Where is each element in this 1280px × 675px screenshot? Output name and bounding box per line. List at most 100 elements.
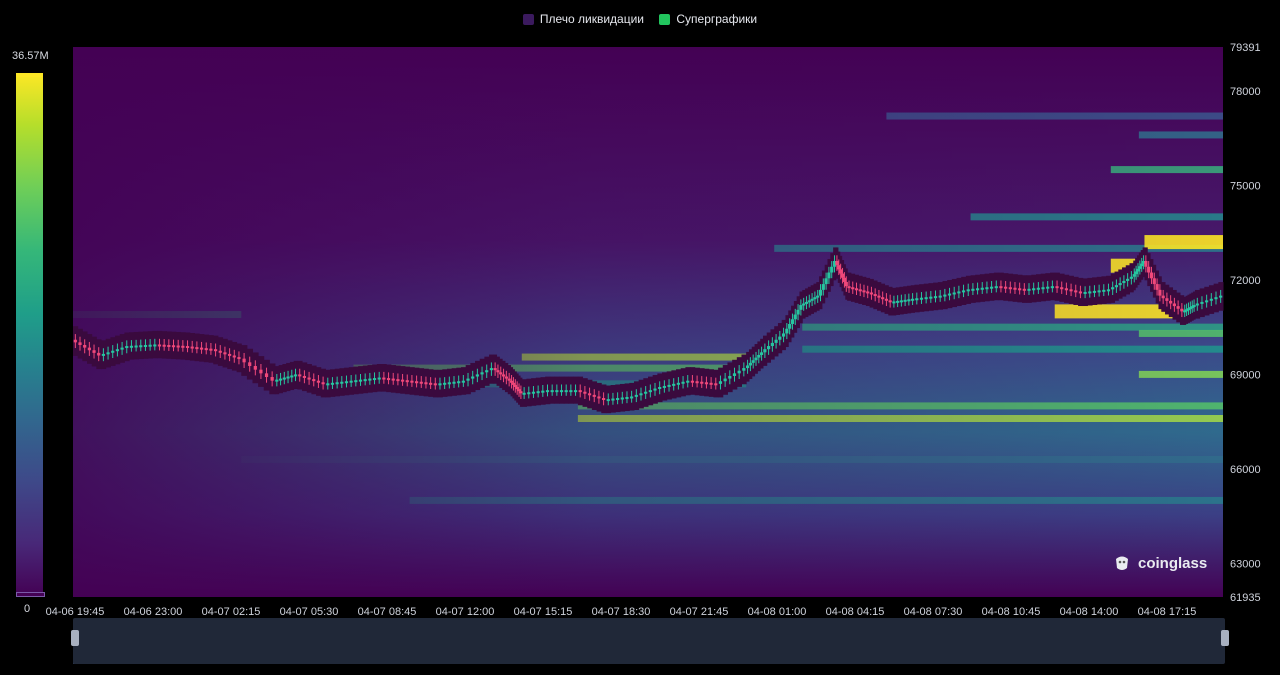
candle-body bbox=[293, 374, 298, 377]
candle-body bbox=[321, 382, 325, 385]
candle-body bbox=[363, 379, 367, 382]
candle-body bbox=[851, 287, 855, 290]
candle-body bbox=[232, 355, 236, 358]
candle-body bbox=[915, 298, 919, 301]
candle-body bbox=[919, 297, 924, 300]
candle-body bbox=[83, 344, 87, 348]
candle-body bbox=[611, 398, 615, 401]
candle-body bbox=[447, 382, 451, 385]
candle-body bbox=[228, 353, 232, 356]
candle-body bbox=[1074, 290, 1078, 293]
candle-body bbox=[639, 393, 643, 396]
scroller-left-handle[interactable] bbox=[71, 630, 79, 646]
candle-body bbox=[377, 377, 381, 380]
candle-body bbox=[316, 380, 321, 383]
candle-body bbox=[704, 382, 709, 385]
candle-body bbox=[858, 289, 862, 292]
candle-body bbox=[989, 286, 994, 289]
candle-body bbox=[185, 346, 190, 349]
candle-body bbox=[1165, 298, 1169, 301]
candle-body bbox=[985, 287, 989, 290]
candle-body bbox=[157, 344, 162, 347]
scroller-right-handle[interactable] bbox=[1221, 630, 1229, 646]
coinglass-watermark: coinglass bbox=[1112, 553, 1207, 573]
liquidation-heatmap-chart[interactable]: 79391 78000 75000 72000 69000 66000 63000 61935… bbox=[0, 0, 1280, 675]
candle-body bbox=[907, 299, 911, 302]
candle-body bbox=[1092, 290, 1097, 293]
candle-body bbox=[844, 281, 848, 287]
candle-body bbox=[999, 286, 1003, 289]
x-tick-label: 04-07 05:30 bbox=[280, 606, 339, 618]
candle-body bbox=[653, 388, 657, 391]
candle-body bbox=[754, 357, 758, 361]
candle-body bbox=[745, 365, 750, 369]
candle-body bbox=[475, 374, 479, 377]
time-range-scroller[interactable] bbox=[73, 618, 1225, 664]
candle-body bbox=[493, 368, 497, 371]
candle-body bbox=[892, 301, 896, 304]
candle-body bbox=[386, 378, 391, 381]
candle-body bbox=[73, 339, 77, 343]
candle-body bbox=[414, 381, 419, 384]
candle-body bbox=[278, 378, 283, 381]
candle-body bbox=[597, 396, 601, 399]
candle-body bbox=[501, 374, 506, 377]
candle-body bbox=[933, 296, 938, 299]
candle-body bbox=[862, 290, 866, 293]
candle-body bbox=[1155, 284, 1159, 290]
x-tick-label: 04-08 01:00 bbox=[748, 606, 807, 618]
candle-body bbox=[438, 383, 442, 386]
candle-body bbox=[681, 381, 685, 384]
candle-body bbox=[286, 376, 290, 379]
candle-body bbox=[630, 396, 634, 399]
candle-body bbox=[129, 345, 134, 348]
candle-body bbox=[340, 381, 344, 384]
candle-body bbox=[354, 380, 358, 383]
candle-body bbox=[171, 345, 176, 348]
candle-body bbox=[1046, 286, 1050, 289]
candle-body bbox=[781, 333, 786, 337]
candle-body bbox=[1176, 306, 1180, 309]
candle-body bbox=[120, 347, 124, 350]
candle-body bbox=[625, 396, 629, 399]
candle-body bbox=[1129, 276, 1133, 279]
x-tick-label: 04-07 02:15 bbox=[202, 606, 261, 618]
y-tick-label: 69000 bbox=[1230, 369, 1261, 381]
candle-body bbox=[910, 298, 915, 301]
candle-body bbox=[1214, 297, 1218, 300]
candle-body bbox=[854, 288, 859, 291]
candle-body bbox=[1036, 287, 1040, 290]
candle-body bbox=[400, 379, 405, 382]
candle-body bbox=[606, 399, 610, 402]
candle-body bbox=[757, 354, 761, 358]
candle-body bbox=[275, 379, 279, 382]
candle-body bbox=[1111, 287, 1115, 290]
candle-body bbox=[1013, 287, 1017, 290]
candle-body bbox=[1209, 298, 1213, 301]
candle-body bbox=[813, 297, 817, 300]
candle-body bbox=[443, 382, 447, 385]
candle-body bbox=[888, 300, 892, 303]
candle-body bbox=[504, 376, 508, 379]
candle-body bbox=[78, 342, 82, 345]
candle-body bbox=[943, 294, 947, 297]
candle-body bbox=[737, 370, 741, 374]
candle-body bbox=[218, 350, 222, 353]
candle-body bbox=[714, 383, 718, 386]
candle-body bbox=[382, 377, 386, 380]
y-tick-label: 78000 bbox=[1230, 86, 1261, 98]
candle-body bbox=[774, 339, 778, 343]
candle-body bbox=[601, 398, 606, 401]
candle-body bbox=[676, 382, 680, 385]
candle-body bbox=[790, 319, 795, 324]
x-tick-label: 04-07 08:45 bbox=[358, 606, 417, 618]
candle-body bbox=[139, 345, 143, 348]
candle-body bbox=[391, 378, 395, 381]
candle-body bbox=[751, 360, 755, 363]
candle-body bbox=[583, 391, 587, 394]
candle-body bbox=[237, 357, 241, 360]
candle-body bbox=[190, 346, 194, 349]
candle-body bbox=[101, 353, 105, 356]
x-tick-label: 04-08 04:15 bbox=[826, 606, 885, 618]
candle-body bbox=[509, 380, 514, 383]
